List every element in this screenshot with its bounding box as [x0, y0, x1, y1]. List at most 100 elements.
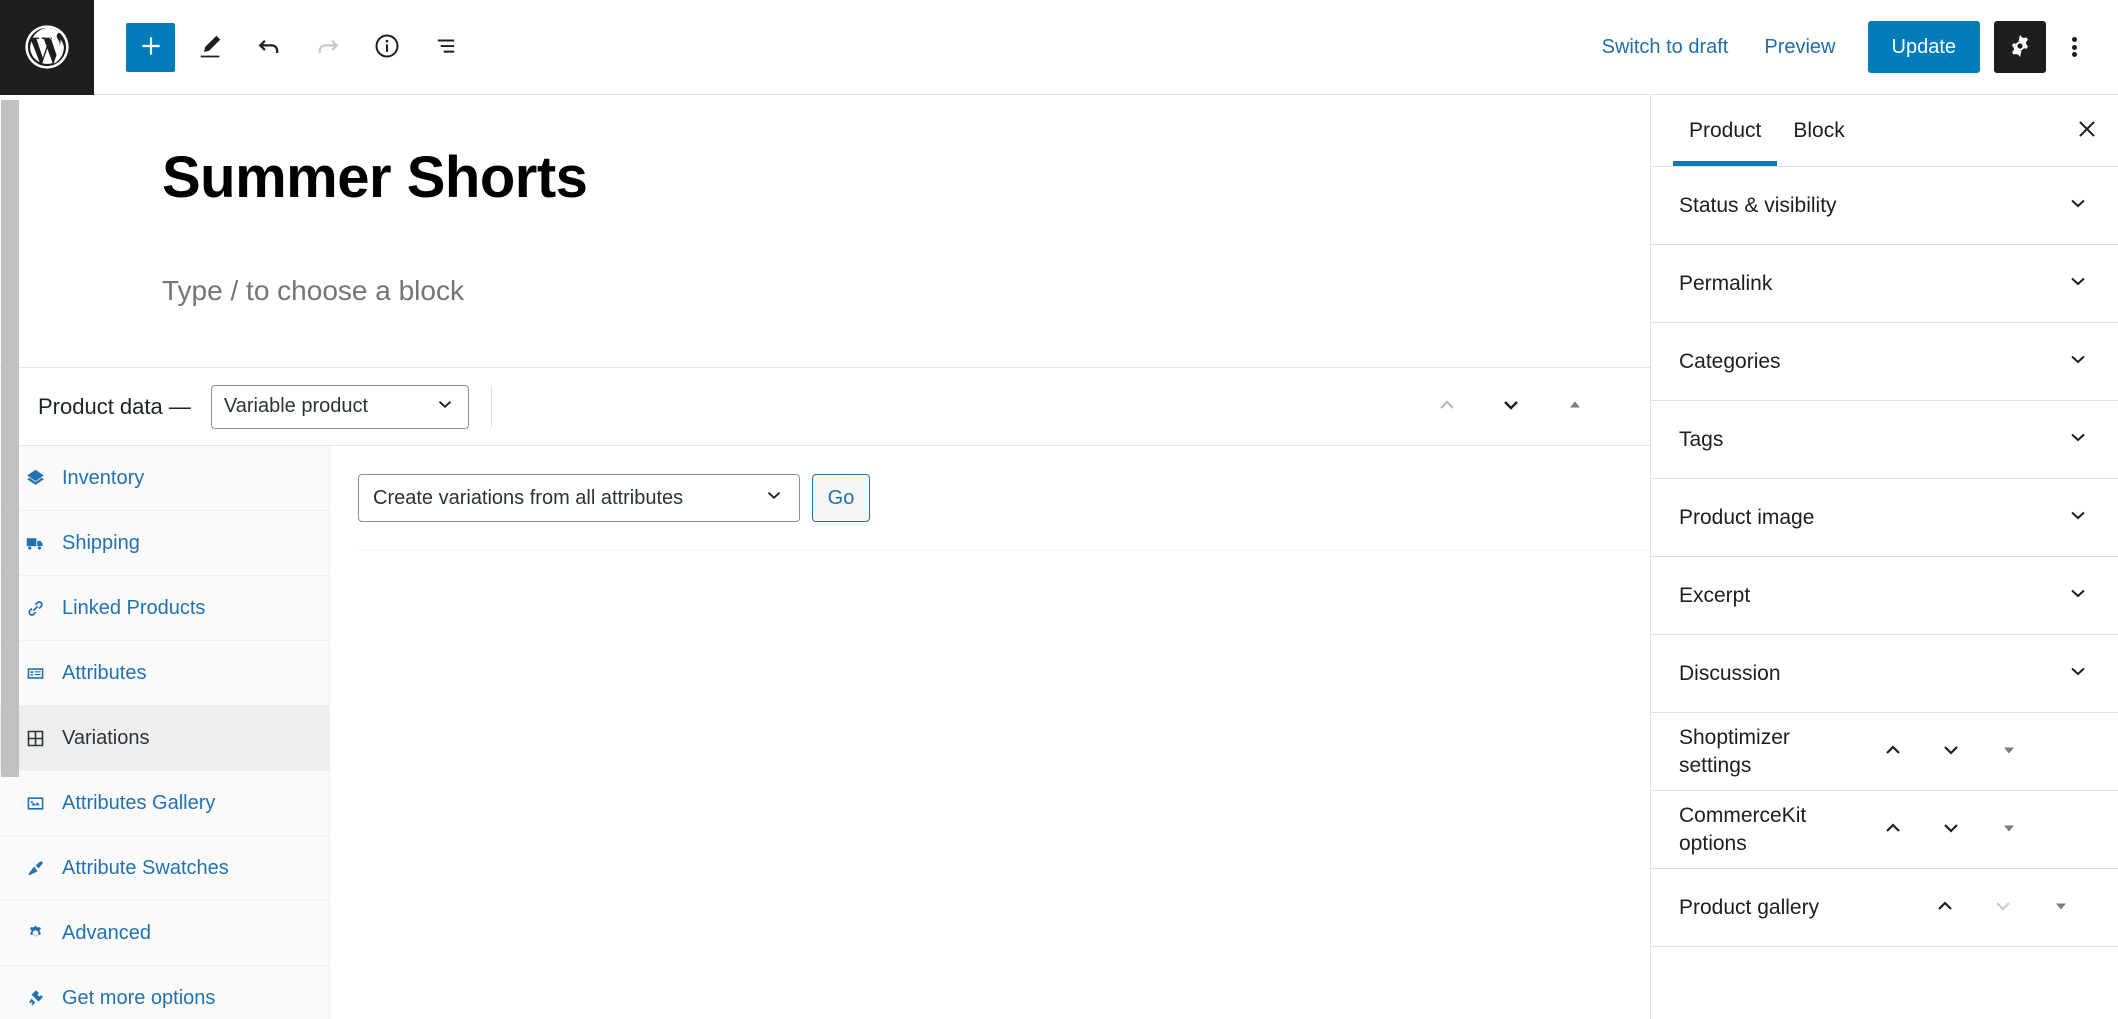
- chevron-down-icon: [1939, 738, 1963, 765]
- product-data-tabs: Inventory Shipping Linked Products Attri…: [0, 446, 330, 1019]
- undo-button[interactable]: [244, 23, 293, 72]
- tab-block[interactable]: Block: [1777, 97, 1860, 165]
- meta-panel-actions: [1916, 883, 2090, 933]
- panel-categories[interactable]: Categories: [1651, 323, 2118, 401]
- scrollbar-thumb[interactable]: [1, 100, 19, 777]
- add-block-button[interactable]: [126, 22, 175, 72]
- tab-label: Attribute Swatches: [62, 856, 229, 879]
- triangle-down-icon: [2000, 741, 2018, 762]
- post-title[interactable]: Summer Shorts: [0, 95, 1650, 213]
- swatch-brush-icon: [24, 857, 46, 879]
- close-x-icon: [2074, 116, 2100, 145]
- panel-status-visibility[interactable]: Status & visibility: [1651, 167, 2118, 245]
- info-circle-icon: [373, 32, 401, 63]
- panel-title: Product gallery: [1679, 895, 1820, 919]
- tab-linked-products[interactable]: Linked Products: [0, 576, 329, 641]
- edit-tool-button[interactable]: [185, 23, 234, 72]
- tab-variations[interactable]: Variations: [0, 706, 329, 771]
- panel-title: Status & visibility: [1679, 193, 1837, 217]
- plugin-icon: [24, 987, 46, 1009]
- chevron-up-icon: [1435, 393, 1459, 420]
- panel-excerpt[interactable]: Excerpt: [1651, 557, 2118, 635]
- panel-title: Shoptimizer settings: [1679, 725, 1790, 777]
- product-data-body: Inventory Shipping Linked Products Attri…: [0, 446, 1650, 1019]
- chevron-down-icon: [2066, 425, 2090, 455]
- product-data-header: Product data — Variable product: [0, 368, 1650, 446]
- wordpress-logo-button[interactable]: [0, 0, 94, 95]
- tab-attribute-swatches[interactable]: Attribute Swatches: [0, 836, 329, 901]
- move-up-button[interactable]: [1432, 392, 1462, 422]
- tab-product[interactable]: Product: [1673, 97, 1778, 166]
- sidebar-tab-bar: Product Block: [1651, 95, 2118, 167]
- more-options-button[interactable]: [2052, 21, 2096, 73]
- redo-button[interactable]: [303, 23, 352, 72]
- chevron-down-icon: [1939, 816, 1963, 843]
- chevron-down-icon: [434, 393, 456, 421]
- settings-sidebar: Product Block Status & visibility Permal…: [1650, 95, 2118, 1019]
- block-editor-canvas: Summer Shorts Type / to choose a block P…: [0, 95, 1650, 1019]
- chevron-down-icon: [2066, 269, 2090, 299]
- tab-attributes-gallery[interactable]: Attributes Gallery: [0, 771, 329, 836]
- panel-title: Excerpt: [1679, 583, 1751, 607]
- list-view-button[interactable]: [421, 23, 470, 72]
- wordpress-logo-icon: [21, 21, 73, 73]
- tab-shipping[interactable]: Shipping: [0, 511, 329, 576]
- product-type-value: Variable product: [223, 395, 369, 417]
- panel-product-image[interactable]: Product image: [1651, 479, 2118, 557]
- move-down-button[interactable]: [1922, 805, 1980, 855]
- chevron-up-icon: [1881, 738, 1905, 765]
- top-bar-right-actions: Switch to draft Preview Update: [1584, 21, 2118, 73]
- attributes-list-icon: [24, 662, 46, 684]
- tab-inventory[interactable]: Inventory: [0, 446, 329, 511]
- switch-to-draft-button[interactable]: Switch to draft: [1584, 26, 1747, 69]
- chevron-down-icon: [2066, 581, 2090, 611]
- panel-title: Discussion: [1679, 661, 1781, 685]
- block-placeholder-input[interactable]: Type / to choose a block: [0, 213, 1650, 307]
- panel-product-gallery[interactable]: Product gallery: [1651, 869, 2118, 947]
- tab-label: Linked Products: [62, 596, 206, 619]
- panel-permalink[interactable]: Permalink: [1651, 245, 2118, 323]
- tab-label: Attributes Gallery: [62, 791, 216, 814]
- details-button[interactable]: [362, 23, 411, 72]
- meta-panel-actions: [1864, 805, 2038, 855]
- grid-icon: [24, 727, 46, 749]
- metabox-header-actions: [1432, 392, 1650, 422]
- move-up-button[interactable]: [1916, 883, 1974, 933]
- product-data-metabox: Product data — Variable product Inventor…: [0, 367, 1650, 1019]
- panel-title: CommerceKit options: [1679, 803, 1807, 855]
- move-up-button[interactable]: [1864, 805, 1922, 855]
- tab-label: Attributes: [62, 661, 147, 684]
- chevron-down-icon: [2066, 347, 2090, 377]
- product-data-label: Product data —: [38, 393, 191, 419]
- undo-arrow-icon: [255, 32, 283, 63]
- move-down-button[interactable]: [1974, 883, 2032, 933]
- tab-advanced[interactable]: Advanced: [0, 901, 329, 966]
- chevron-down-icon: [1991, 894, 2015, 921]
- triangle-down-icon: [2000, 819, 2018, 840]
- panel-commercekit-options[interactable]: CommerceKit options: [1651, 791, 2118, 869]
- close-sidebar-button[interactable]: [2064, 108, 2110, 154]
- panel-discussion[interactable]: Discussion: [1651, 635, 2118, 713]
- move-up-button[interactable]: [1864, 727, 1922, 777]
- move-down-button[interactable]: [1922, 727, 1980, 777]
- plus-icon: [138, 33, 164, 62]
- preview-button[interactable]: Preview: [1746, 26, 1853, 69]
- settings-toggle-button[interactable]: [1994, 21, 2046, 73]
- move-down-button[interactable]: [1496, 392, 1526, 422]
- tab-get-more-options[interactable]: Get more options: [0, 966, 329, 1019]
- toggle-panel-button[interactable]: [1980, 805, 2038, 855]
- toggle-panel-button[interactable]: [1560, 392, 1590, 422]
- tab-label: Inventory: [62, 466, 145, 489]
- tab-attributes[interactable]: Attributes: [0, 641, 329, 706]
- toggle-panel-button[interactable]: [1980, 727, 2038, 777]
- go-button[interactable]: Go: [812, 474, 870, 522]
- product-type-select[interactable]: Variable product: [210, 384, 469, 429]
- pencil-icon: [196, 32, 224, 63]
- link-icon: [24, 597, 46, 619]
- panel-tags[interactable]: Tags: [1651, 401, 2118, 479]
- bulk-action-select[interactable]: Create variations from all attributes: [358, 474, 800, 522]
- update-button[interactable]: Update: [1867, 21, 1980, 73]
- toggle-panel-button[interactable]: [2032, 883, 2090, 933]
- chevron-down-icon: [2066, 503, 2090, 533]
- panel-shoptimizer-settings[interactable]: Shoptimizer settings: [1651, 713, 2118, 791]
